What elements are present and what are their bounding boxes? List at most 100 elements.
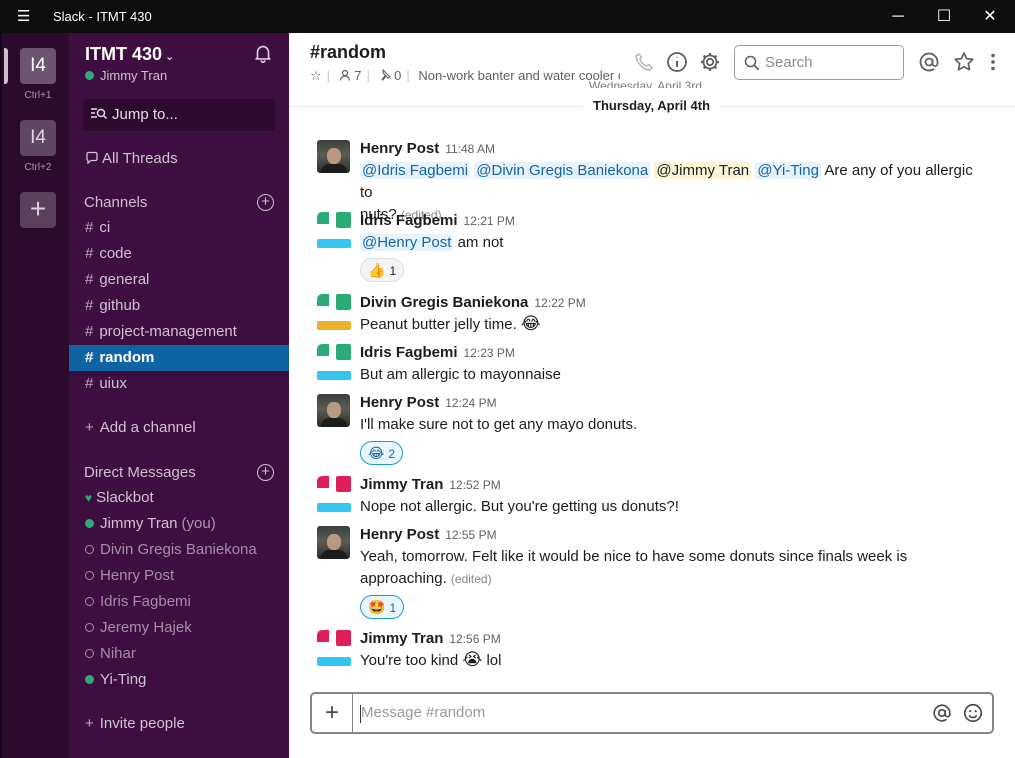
message-time[interactable]: 12:23 PM [464, 346, 515, 360]
reaction-pill[interactable]: 👍 1 [360, 258, 405, 282]
mentions-at-icon[interactable] [917, 50, 941, 74]
avatar[interactable] [317, 394, 350, 427]
dm-idris-fagbemi[interactable]: Idris Fagbemi [69, 589, 289, 615]
direct-messages-header[interactable]: Direct Messages [84, 464, 196, 481]
mention-link[interactable]: @Yi-Ting [755, 162, 821, 179]
search-input[interactable]: Search [734, 45, 904, 80]
channel-title[interactable]: #random [310, 42, 386, 63]
add-workspace-button[interactable]: + [20, 192, 56, 228]
add-channel-label: Add a channel [99, 419, 196, 436]
sender-name[interactable]: Divin Gregis Baniekona [360, 294, 528, 311]
sender-name[interactable]: Henry Post [360, 140, 439, 157]
mention-self[interactable]: @Jimmy Tran [654, 162, 752, 179]
mention-link[interactable]: @Idris Fagbemi [360, 162, 471, 179]
star-struck-emoji-icon: 🤩 [368, 599, 386, 615]
message-sender[interactable]: Divin Gregis Baniekona 12:22 PM [360, 294, 586, 311]
message-sender[interactable]: Henry Post 11:48 AM [360, 140, 495, 157]
message-sender[interactable]: Jimmy Tran 12:52 PM [360, 476, 501, 493]
channels-header[interactable]: Channels [84, 194, 147, 211]
message-time[interactable]: 12:21 PM [464, 214, 515, 228]
gear-icon[interactable] [698, 50, 722, 74]
avatar[interactable] [317, 526, 350, 559]
message-sender[interactable]: Henry Post 12:24 PM [360, 394, 497, 411]
phone-icon[interactable] [632, 50, 656, 74]
more-options-icon[interactable] [981, 50, 1005, 74]
add-dm-plus-icon[interactable]: + [257, 464, 274, 481]
dm-divin-gregis-baniekona[interactable]: Divin Gregis Baniekona [69, 537, 289, 563]
current-user-status[interactable]: Jimmy Tran [85, 68, 167, 83]
sender-name[interactable]: Henry Post [360, 394, 439, 411]
message-time[interactable]: 12:56 PM [449, 632, 500, 646]
sidebar-channel-ci[interactable]: # ci [69, 215, 289, 241]
all-threads-link[interactable]: All Threads [85, 150, 178, 167]
mention-link[interactable]: @Divin Gregis Baniekona [474, 162, 651, 179]
sidebar-channel-uiux[interactable]: # uiux [69, 371, 289, 397]
dm-yi-ting[interactable]: Yi-Ting [69, 667, 289, 693]
pin-count[interactable]: 0 [394, 68, 401, 83]
dm-jimmy-tran[interactable]: Jimmy Tran (you) [69, 511, 289, 537]
message-sender[interactable]: Idris Fagbemi 12:21 PM [360, 212, 515, 229]
dm-slackbot[interactable]: ♥ Slackbot [69, 485, 289, 511]
chevron-down-icon: ⌄ [165, 51, 175, 63]
sender-name[interactable]: Idris Fagbemi [360, 344, 458, 361]
jump-to-button[interactable]: Jump to... [83, 99, 275, 131]
pin-icon[interactable] [379, 68, 391, 81]
message-sender[interactable]: Jimmy Tran 12:56 PM [360, 630, 501, 647]
message-time[interactable]: 12:22 PM [534, 296, 585, 310]
mention-at-icon[interactable] [931, 702, 953, 724]
avatar[interactable] [317, 140, 350, 173]
hamburger-menu-icon[interactable]: ☰ [17, 9, 30, 24]
avatar[interactable] [317, 476, 351, 512]
day-divider-label[interactable]: Thursday, April 4th [583, 94, 721, 118]
mention-link[interactable]: @Henry Post [360, 234, 454, 251]
sender-name[interactable]: Jimmy Tran [360, 476, 443, 493]
reaction-pill[interactable]: 😂 2 [360, 441, 404, 465]
close-icon[interactable]: ✕ [967, 0, 1013, 33]
minimize-icon[interactable]: ─ [875, 0, 921, 33]
invite-people-button[interactable]: + Invite people [69, 711, 289, 737]
sidebar-channel-random[interactable]: # random [69, 345, 289, 371]
channel-label: code [99, 245, 132, 262]
notifications-bell-icon[interactable] [252, 42, 274, 64]
message-body: Yeah, tomorrow. Felt like it would be ni… [360, 546, 980, 590]
avatar[interactable] [317, 344, 351, 380]
sidebar-channel-github[interactable]: # github [69, 293, 289, 319]
dm-jeremy-hajek[interactable]: Jeremy Hajek [69, 615, 289, 641]
message-time[interactable]: 12:55 PM [445, 528, 496, 542]
starred-items-icon[interactable] [952, 50, 976, 74]
avatar[interactable] [317, 630, 351, 666]
message-sender[interactable]: Henry Post 12:55 PM [360, 526, 497, 543]
dm-henry-post[interactable]: Henry Post [69, 563, 289, 589]
avatar[interactable] [317, 212, 351, 248]
sender-name[interactable]: Henry Post [360, 526, 439, 543]
message-input[interactable]: Message #random [361, 704, 485, 721]
message-time[interactable]: 11:48 AM [445, 142, 495, 156]
add-channel-button[interactable]: + Add a channel [69, 415, 289, 441]
channel-details-icon[interactable] [665, 50, 689, 74]
attach-plus-button[interactable]: + [312, 694, 353, 732]
sidebar-channel-project-management[interactable]: # project-management [69, 319, 289, 345]
member-count[interactable]: 7 [354, 68, 361, 83]
dm-nihar[interactable]: Nihar [69, 641, 289, 667]
sender-name[interactable]: Jimmy Tran [360, 630, 443, 647]
message-time[interactable]: 12:52 PM [449, 478, 500, 492]
sender-name[interactable]: Idris Fagbemi [360, 212, 458, 229]
workspace-2-button[interactable]: I4 [20, 120, 56, 156]
sidebar-channel-code[interactable]: # code [69, 241, 289, 267]
members-icon[interactable] [339, 69, 351, 81]
reaction-pill[interactable]: 🤩 1 [360, 595, 405, 619]
avatar-face [327, 402, 341, 418]
team-name: ITMT 430 [85, 44, 163, 64]
message-sender[interactable]: Idris Fagbemi 12:23 PM [360, 344, 515, 361]
sidebar-channel-general[interactable]: # general [69, 267, 289, 293]
reaction-count: 2 [388, 447, 396, 461]
avatar[interactable] [317, 294, 351, 330]
edited-label: (edited) [450, 572, 492, 586]
team-name-menu[interactable]: ITMT 430 ⌄ [85, 44, 174, 65]
message-time[interactable]: 12:24 PM [445, 396, 496, 410]
add-channel-plus-icon[interactable]: + [257, 194, 274, 211]
emoji-picker-icon[interactable] [962, 702, 984, 724]
maximize-icon[interactable]: ☐ [921, 0, 967, 33]
star-outline-icon[interactable]: ☆ [310, 68, 322, 83]
workspace-1-button[interactable]: I4 [20, 48, 56, 84]
